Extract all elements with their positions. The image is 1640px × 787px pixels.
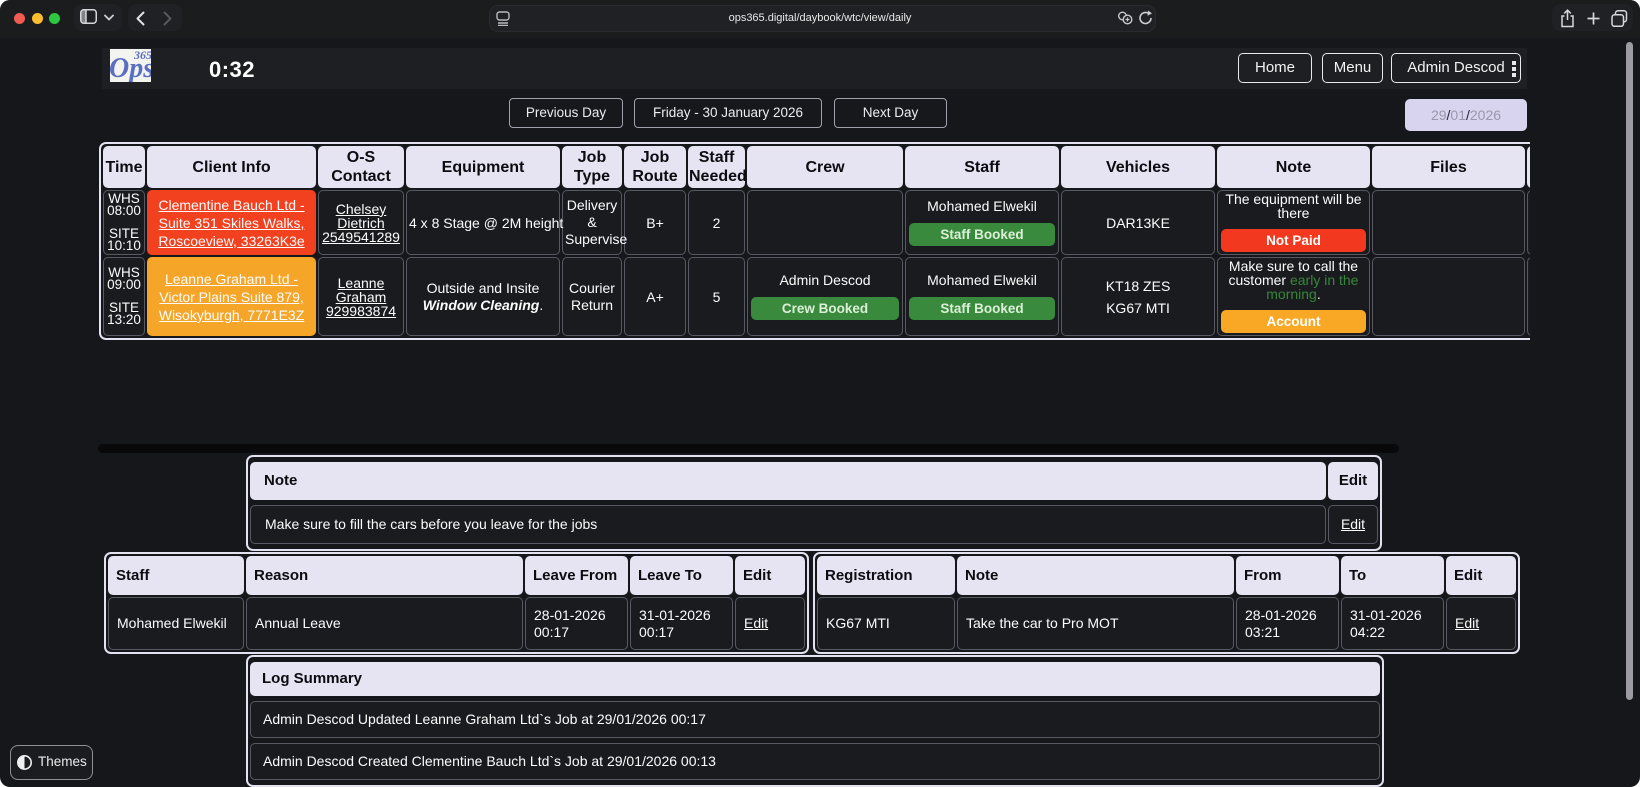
svg-text:365: 365 bbox=[133, 49, 151, 62]
